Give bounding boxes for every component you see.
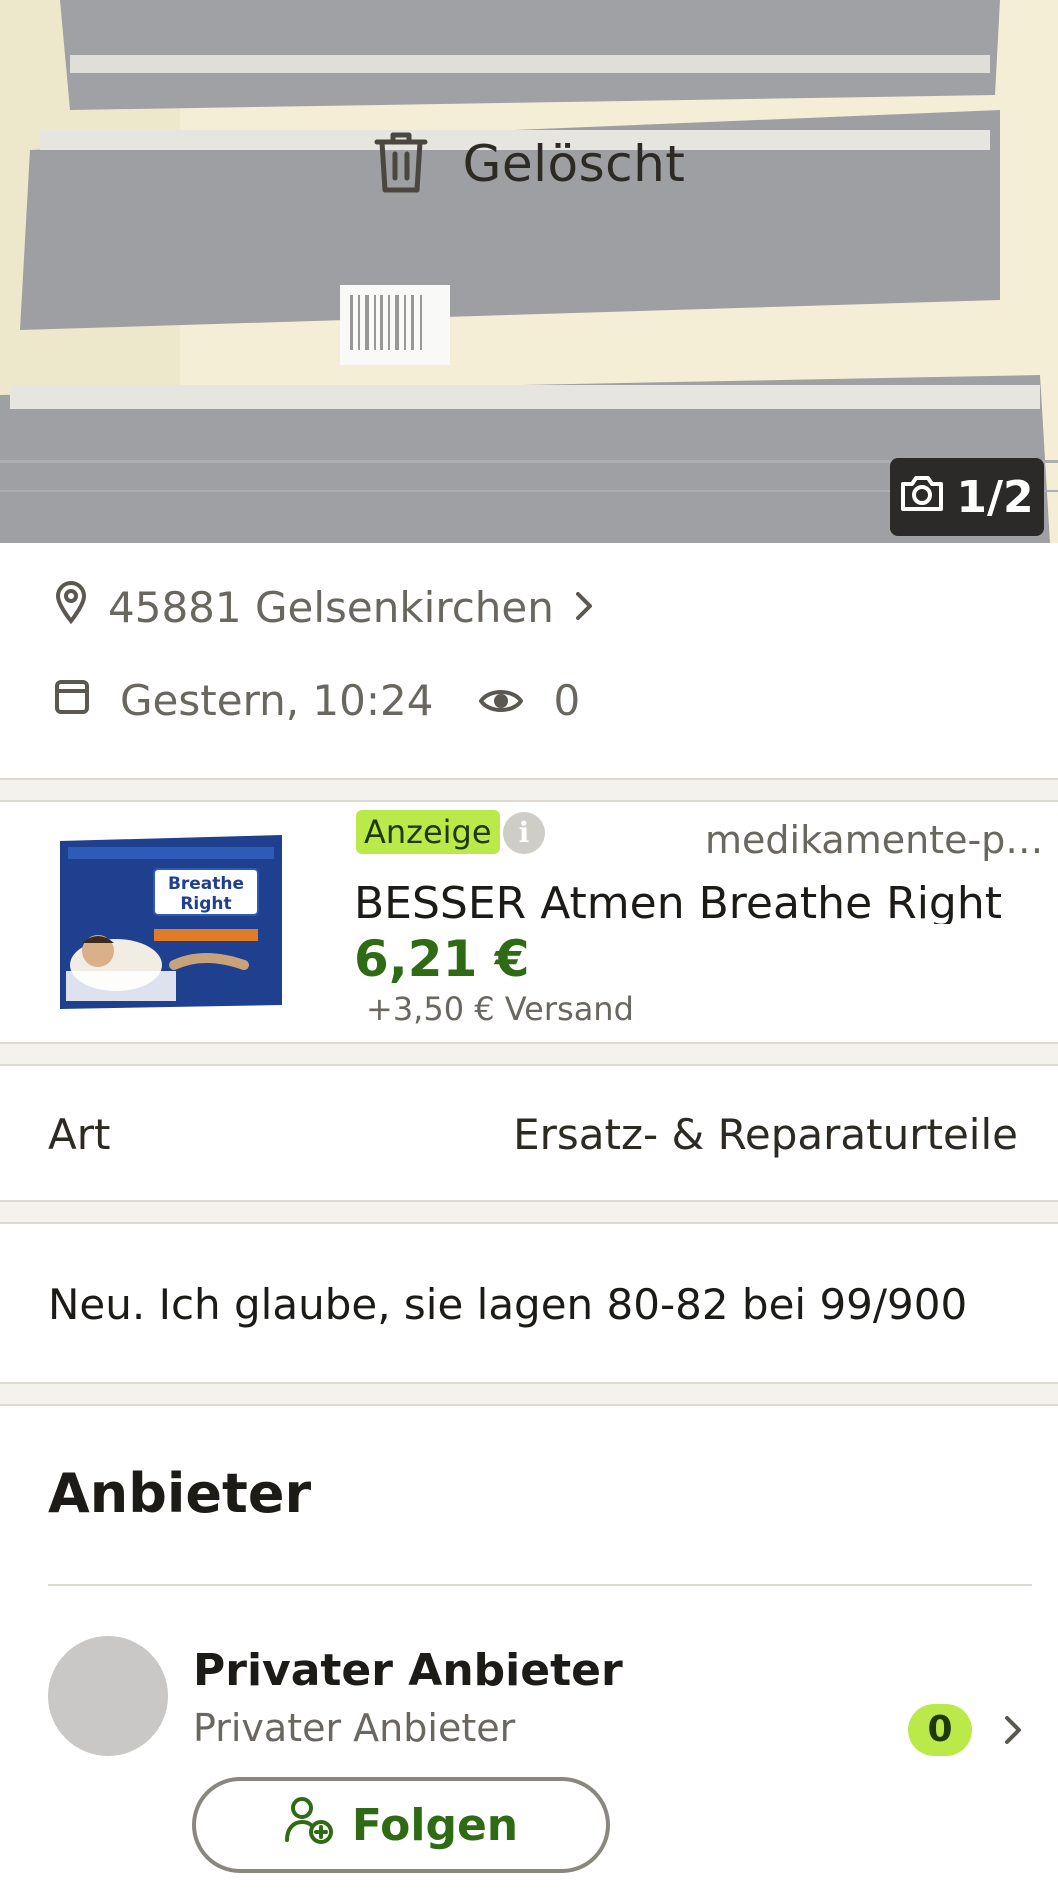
chevron-right-icon[interactable] (1003, 1714, 1023, 1750)
attribute-row: Art Ersatz- & Reparaturteile (0, 1066, 1058, 1200)
section-divider (0, 1200, 1058, 1224)
section-divider (0, 1042, 1058, 1066)
attribute-key: Art (48, 1110, 111, 1159)
ad-title[interactable]: BESSER Atmen Breathe Right (354, 878, 1058, 924)
section-divider (0, 778, 1058, 802)
section-divider (0, 1382, 1058, 1406)
ad-product-image[interactable]: Breathe Right (54, 833, 288, 1013)
deleted-label: Gelöscht (462, 135, 686, 193)
posted-date: Gestern, 10:24 (120, 676, 434, 725)
ad-shipping: +3,50 € Versand (366, 990, 634, 1028)
trash-icon (373, 130, 429, 198)
avatar[interactable] (48, 1636, 168, 1756)
provider-name[interactable]: Privater Anbieter (193, 1645, 623, 1696)
thumb-brand-bottom: Right (180, 894, 231, 914)
location-pin-icon (54, 580, 88, 634)
photo-counter[interactable]: 1/2 (890, 458, 1044, 536)
follow-button[interactable]: Folgen (192, 1777, 610, 1873)
photo-counter-text: 1/2 (956, 471, 1034, 523)
add-user-icon (284, 1796, 334, 1855)
provider-type: Privater Anbieter (193, 1706, 516, 1750)
ad-price: 6,21 € (354, 930, 530, 988)
camera-icon (900, 472, 944, 523)
location-text: 45881 Gelsenkirchen (108, 582, 554, 632)
date-views-row: Gestern, 10:24 0 (54, 676, 580, 725)
provider-section-title: Anbieter (48, 1462, 312, 1525)
eye-icon (479, 676, 524, 725)
attribute-value: Ersatz- & Reparaturteile (513, 1110, 1018, 1159)
deleted-banner: Gelöscht (0, 130, 1058, 198)
calendar-icon (54, 676, 90, 725)
info-icon[interactable]: i (503, 812, 545, 854)
description-text: Neu. Ich glaube, sie lagen 80-82 bei 99/… (48, 1280, 968, 1329)
sponsored-badge: Anzeige (356, 810, 500, 854)
rating-badge: 0 (908, 1704, 972, 1756)
view-count: 0 (553, 676, 581, 725)
thumb-brand-top: Breathe (168, 874, 244, 894)
chevron-right-icon (574, 583, 594, 632)
listing-photo[interactable]: Gelöscht 1/2 (0, 0, 1058, 543)
follow-label: Folgen (351, 1799, 519, 1851)
ad-seller-name: medikamente-p… (705, 818, 1044, 862)
location-link[interactable]: 45881 Gelsenkirchen (54, 580, 594, 634)
divider (48, 1584, 1032, 1586)
